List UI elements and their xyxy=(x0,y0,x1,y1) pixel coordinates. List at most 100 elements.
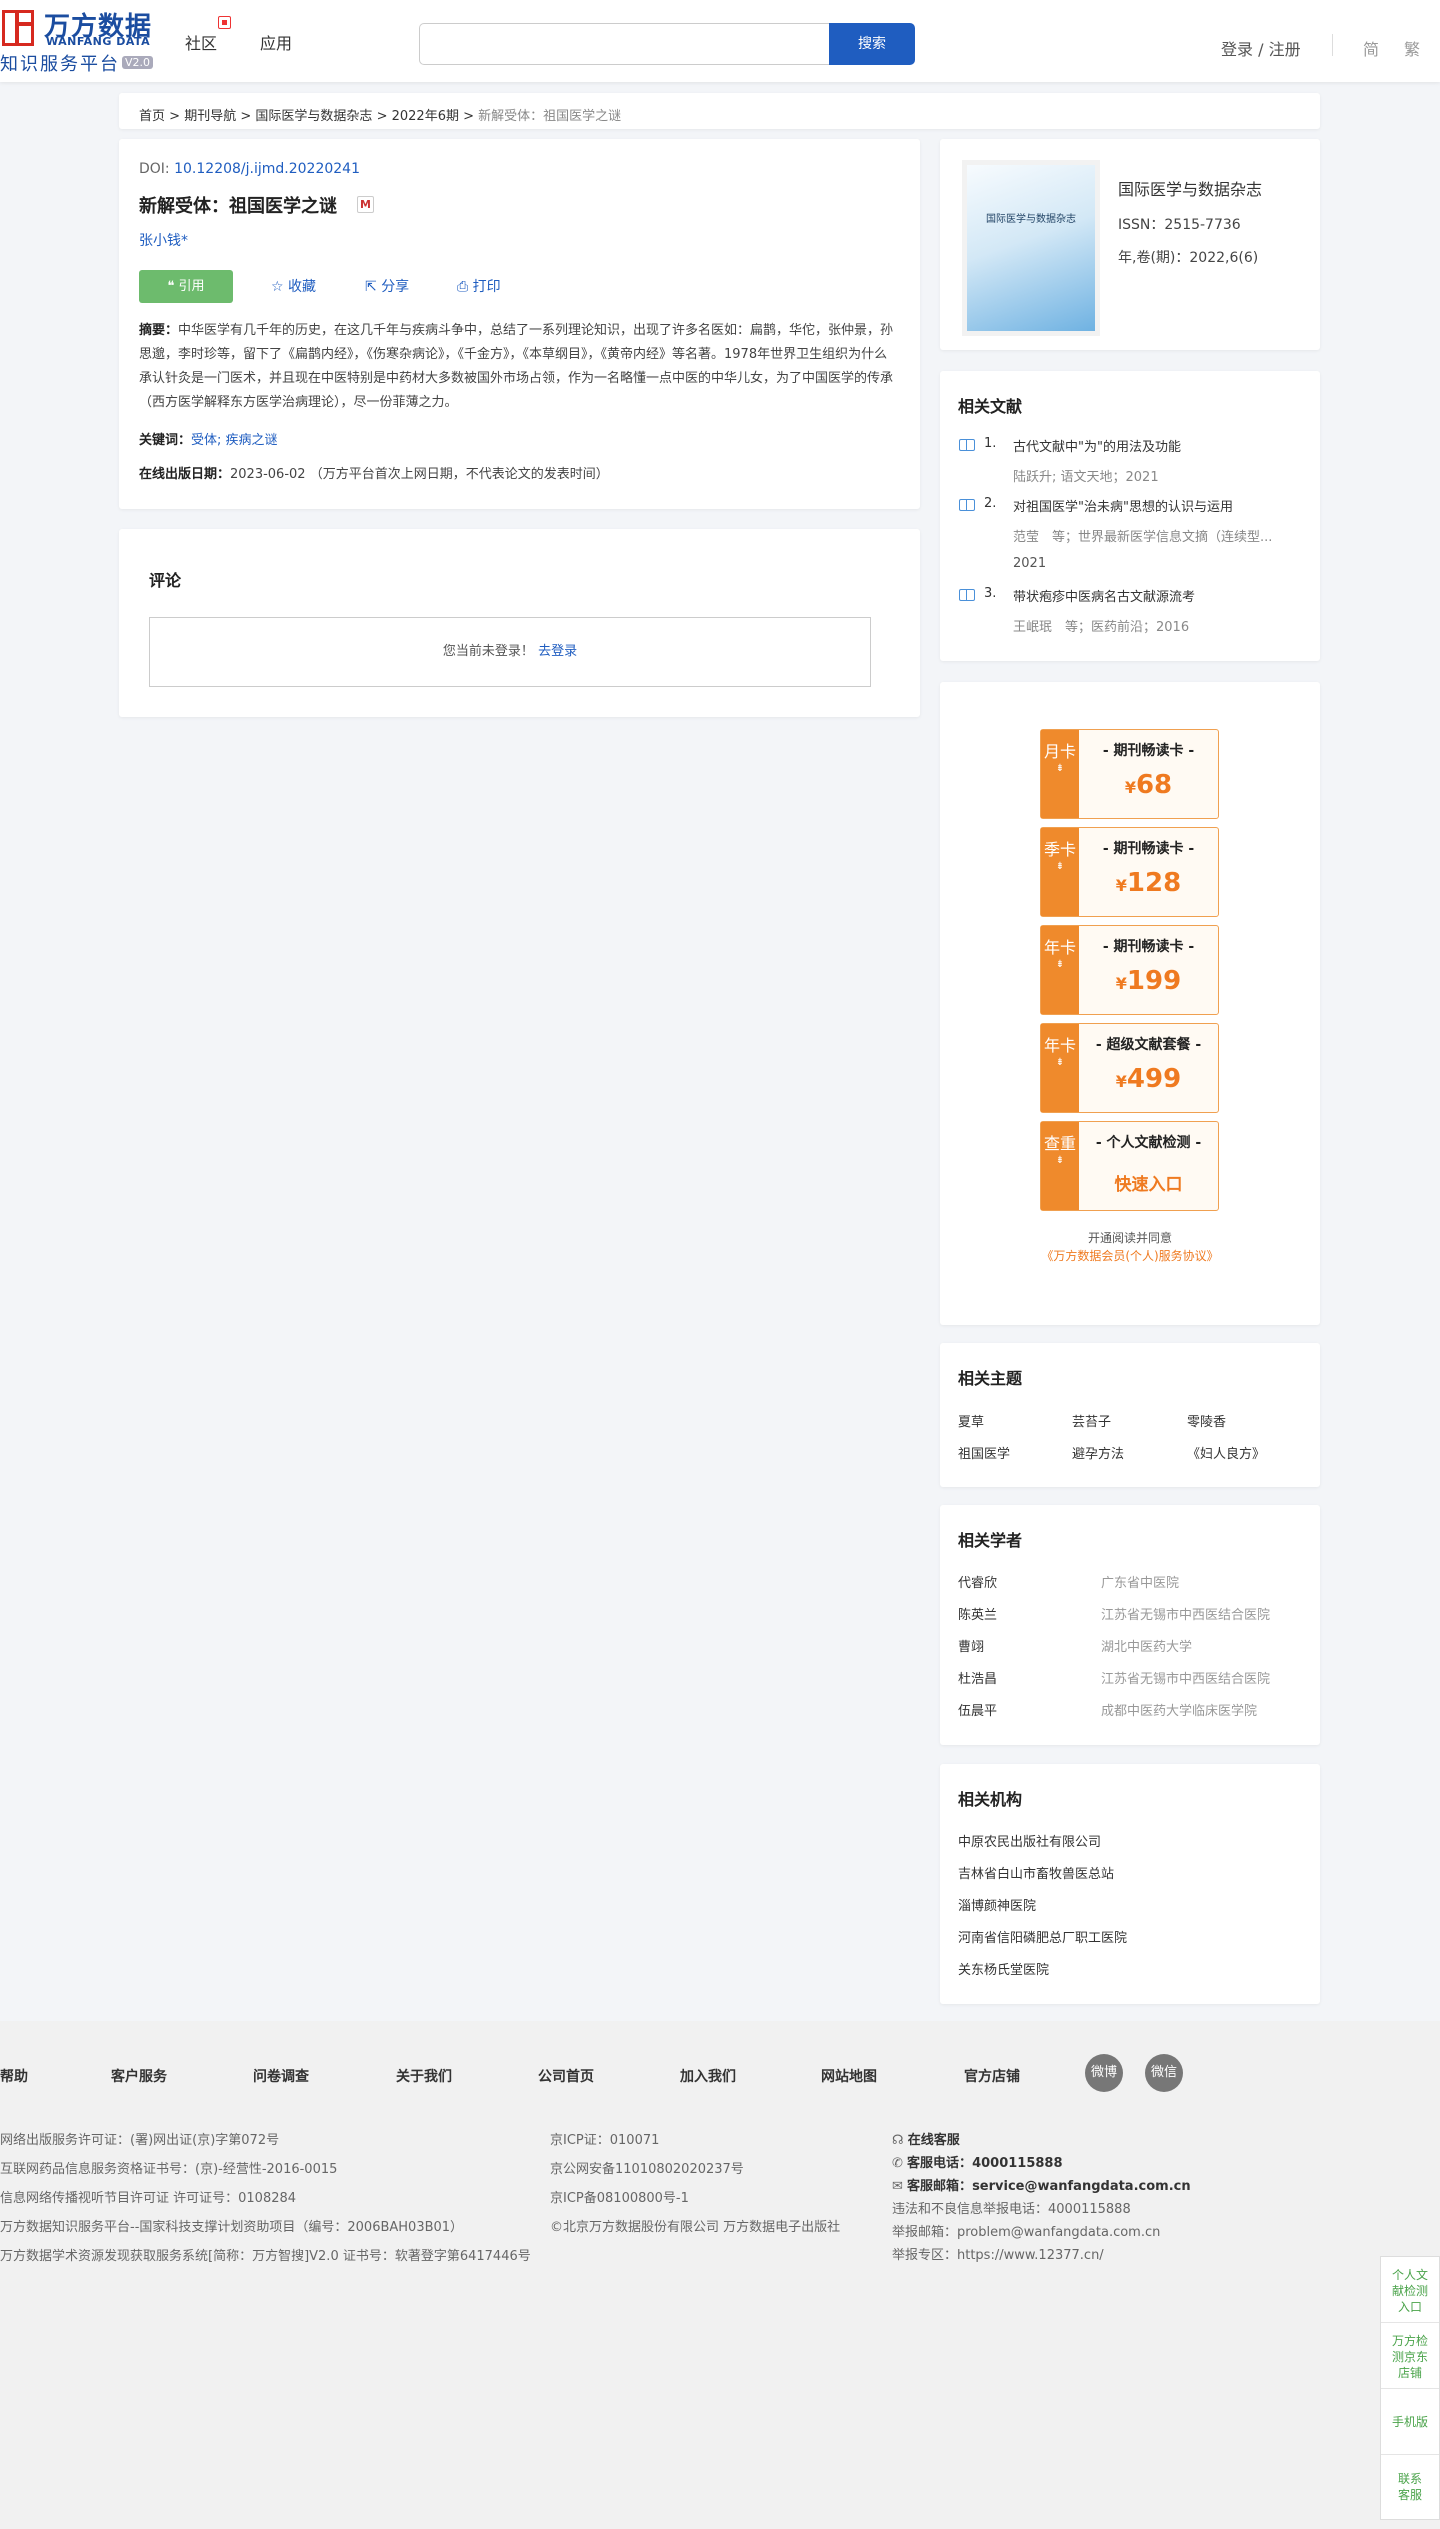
journal-cover[interactable]: 国际医学与数据杂志 xyxy=(967,165,1095,331)
weibo-icon[interactable]: 微博 xyxy=(1085,2054,1123,2092)
license-text: 网络出版服务许可证：(署)网出证(京)字第072号 xyxy=(0,2133,280,2148)
footer-link-service[interactable]: 客户服务 xyxy=(111,2066,167,2086)
cover-title: 国际医学与数据杂志 xyxy=(986,214,1076,225)
scholar-name[interactable]: 代睿欣 xyxy=(958,1572,997,1591)
doc-title-link[interactable]: 对祖国医学"治未病"思想的认识与运用 xyxy=(1013,496,1233,515)
float-personal-check[interactable]: 个人文献检测入口 xyxy=(1381,2257,1439,2323)
footer-link-store[interactable]: 官方店铺 xyxy=(964,2066,1020,2086)
breadcrumb-journal[interactable]: 国际医学与数据杂志 xyxy=(255,109,372,124)
logo-subtitle: 知识服务平台 xyxy=(0,54,120,75)
login-register-link[interactable]: 登录 / 注册 xyxy=(1221,36,1301,60)
doc-title-link[interactable]: 古代文献中"为"的用法及功能 xyxy=(1013,436,1181,455)
float-jd-store[interactable]: 万方检测京东店铺 xyxy=(1381,2323,1439,2389)
publish-date: 在线出版日期：2023-06-02 （万方平台首次上网日期，不代表论文的发表时间… xyxy=(139,463,609,482)
floating-sidebar: 个人文献检测入口 万方检测京东店铺 手机版 联系客服 xyxy=(1380,2256,1440,2520)
scholar-org[interactable]: 湖北中医药大学 xyxy=(1101,1636,1192,1655)
package-year-card[interactable]: 年卡 ⇟ - 期刊畅读卡 - ¥199 xyxy=(1040,925,1219,1015)
arrow-down-icon: ⇟ xyxy=(1055,959,1065,970)
currency-symbol: ¥ xyxy=(1115,1072,1127,1091)
currency-symbol: ¥ xyxy=(1115,974,1127,993)
nav-community[interactable]: 社区 xyxy=(185,30,217,54)
org-link[interactable]: 吉林省白山市畜牧兽医总站 xyxy=(958,1863,1114,1882)
search-button[interactable]: 搜索 xyxy=(829,23,915,65)
online-service-link[interactable]: ☊ 在线客服 xyxy=(892,2129,960,2148)
topic-link[interactable]: 夏草 xyxy=(958,1411,984,1430)
scholar-name[interactable]: 伍晨平 xyxy=(958,1700,997,1719)
package-tab-label: 月卡 xyxy=(1043,742,1076,761)
topic-link[interactable]: 芸苔子 xyxy=(1072,1411,1111,1430)
scholar-org[interactable]: 成都中医药大学临床医学院 xyxy=(1101,1700,1257,1719)
lang-traditional[interactable]: 繁 xyxy=(1404,36,1420,60)
package-super-card[interactable]: 年卡 ⇟ - 超级文献套餐 - ¥499 xyxy=(1040,1023,1219,1113)
agree-text: 开通阅读并同意 xyxy=(1087,1231,1172,1245)
footer-link-about[interactable]: 关于我们 xyxy=(396,2066,452,2086)
scholar-name[interactable]: 曹翊 xyxy=(958,1636,984,1655)
scholar-name[interactable]: 陈英兰 xyxy=(958,1604,997,1623)
topic-link[interactable]: 避孕方法 xyxy=(1072,1443,1124,1462)
package-tab: 年卡 ⇟ xyxy=(1041,1024,1079,1112)
wechat-icon[interactable]: 微信 xyxy=(1145,2054,1183,2092)
phone-icon: ✆ xyxy=(892,2156,903,2171)
doi-label: DOI: xyxy=(139,161,170,177)
package-name: - 超级文献套餐 - xyxy=(1095,1037,1202,1053)
breadcrumb-current: 新解受体：祖国医学之谜 xyxy=(478,109,622,124)
nav-apps[interactable]: 应用 xyxy=(260,30,292,54)
footer-link-join[interactable]: 加入我们 xyxy=(680,2066,736,2086)
package-price: ¥199 xyxy=(1079,966,1218,996)
email-value[interactable]: service@wanfangdata.com.cn xyxy=(972,2179,1191,2194)
author-link[interactable]: 张小钱* xyxy=(139,230,188,250)
go-login-link[interactable]: 去登录 xyxy=(538,644,577,659)
footer-link-survey[interactable]: 问卷调查 xyxy=(253,2066,309,2086)
package-tab: 查重 ⇟ xyxy=(1041,1122,1079,1210)
phone-info: ✆ 客服电话：4000115888 xyxy=(892,2152,1063,2171)
footer-link-sitemap[interactable]: 网站地图 xyxy=(821,2066,877,2086)
org-link[interactable]: 河南省信阳磷肥总厂职工医院 xyxy=(958,1927,1127,1946)
footer-link-help[interactable]: 帮助 xyxy=(0,2066,28,2086)
doc-title-link[interactable]: 带状疱疹中医病名古文献源流考 xyxy=(1013,586,1195,605)
topic-link[interactable]: 祖国医学 xyxy=(958,1443,1010,1462)
package-price: ¥68 xyxy=(1079,770,1218,800)
icp-text[interactable]: 京ICP备08100800号-1 xyxy=(550,2187,689,2206)
package-name: - 期刊畅读卡 - xyxy=(1102,743,1195,759)
scholar-org[interactable]: 江苏省无锡市中西医结合医院 xyxy=(1101,1668,1270,1687)
icp-text[interactable]: 京公网安备11010802020237号 xyxy=(550,2158,744,2177)
float-mobile[interactable]: 手机版 xyxy=(1381,2389,1439,2455)
package-season-card[interactable]: 季卡 ⇟ - 期刊畅读卡 - ¥128 xyxy=(1040,827,1219,917)
package-tab-label: 年卡 xyxy=(1043,1036,1076,1055)
cite-button[interactable]: ❝ 引用 xyxy=(139,270,233,303)
org-link[interactable]: 关东杨氏堂医院 xyxy=(958,1959,1049,1978)
package-check-card[interactable]: 查重 ⇟ - 个人文献检测 - 快速入口 xyxy=(1040,1121,1219,1211)
float-contact-service[interactable]: 联系客服 xyxy=(1381,2455,1439,2519)
report-email[interactable]: 举报邮箱：problem@wanfangdata.com.cn xyxy=(892,2221,1160,2240)
package-month-card[interactable]: 月卡 ⇟ - 期刊畅读卡 - ¥68 xyxy=(1040,729,1219,819)
breadcrumb-home[interactable]: 首页 xyxy=(139,109,165,124)
scholar-org[interactable]: 广东省中医院 xyxy=(1101,1572,1179,1591)
share-button[interactable]: ⇱ 分享 xyxy=(365,276,409,296)
journal-name[interactable]: 国际医学与数据杂志 xyxy=(1118,176,1262,200)
breadcrumb-journal-nav[interactable]: 期刊导航 xyxy=(184,109,236,124)
scholar-org[interactable]: 江苏省无锡市中西医结合医院 xyxy=(1101,1604,1270,1623)
org-link[interactable]: 中原农民出版社有限公司 xyxy=(958,1831,1101,1850)
service-agreement-link[interactable]: 《万方数据会员(个人)服务协议》 xyxy=(940,1247,1320,1264)
scholar-name[interactable]: 杜浩昌 xyxy=(958,1668,997,1687)
topic-link[interactable]: 《妇人良方》 xyxy=(1187,1443,1265,1462)
keywords-links[interactable]: 受体; 疾病之谜 xyxy=(191,433,278,448)
package-name: - 个人文献检测 - xyxy=(1095,1135,1202,1151)
search-input[interactable] xyxy=(419,23,831,65)
wanfang-logo[interactable]: 万方数据 WANFANG DATA 知识服务平台 V2.0 xyxy=(0,4,170,75)
footer-link-company[interactable]: 公司首页 xyxy=(538,2066,594,2086)
doi-link[interactable]: 10.12208/j.ijmd.20220241 xyxy=(174,161,360,177)
topic-link[interactable]: 零陵香 xyxy=(1187,1411,1226,1430)
collect-button[interactable]: ☆ 收藏 xyxy=(271,276,316,296)
quick-entry-link[interactable]: 快速入口 xyxy=(1079,1170,1218,1195)
report-site[interactable]: 举报专区：https://www.12377.cn/ xyxy=(892,2244,1104,2263)
package-price: ¥128 xyxy=(1079,868,1218,898)
icp-text[interactable]: 京ICP证：010071 xyxy=(550,2129,659,2148)
lang-simplified[interactable]: 简 xyxy=(1363,36,1379,60)
keywords: 关键词：受体; 疾病之谜 xyxy=(139,429,278,448)
org-link[interactable]: 淄博颜神医院 xyxy=(958,1895,1036,1914)
book-icon xyxy=(959,589,975,601)
breadcrumb-issue[interactable]: 2022年6期 xyxy=(392,109,459,124)
price-value: 199 xyxy=(1126,966,1182,996)
print-button[interactable]: ⎙ 打印 xyxy=(457,276,501,296)
